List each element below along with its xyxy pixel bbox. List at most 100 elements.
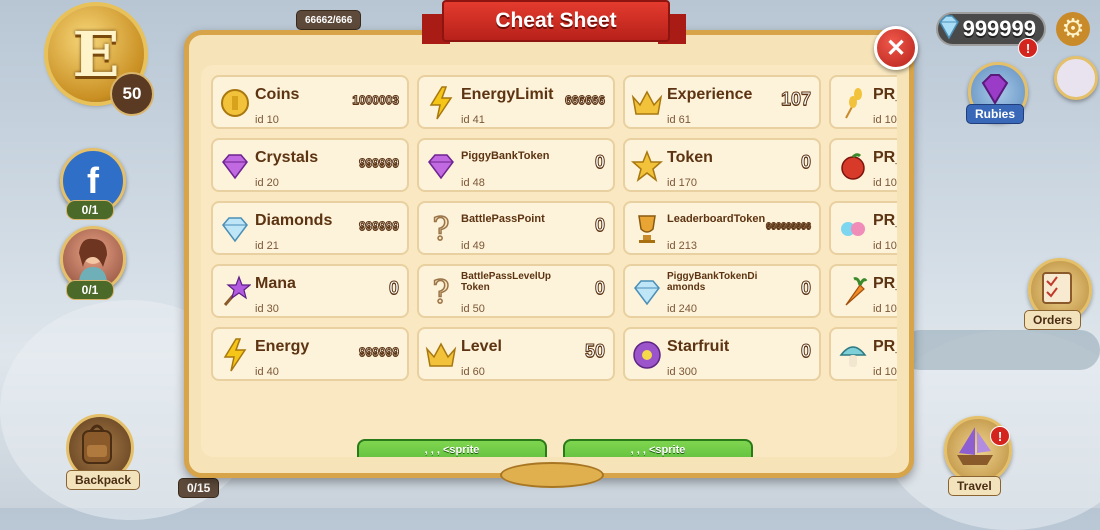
star-icon xyxy=(631,149,663,183)
resource-name: Starfruit xyxy=(667,338,730,355)
resource-id: id 21 xyxy=(255,240,279,252)
trophy-icon xyxy=(631,212,663,246)
shop-button[interactable] xyxy=(1054,56,1098,100)
resource-card[interactable]: PR_id 10 xyxy=(829,138,897,192)
resource-id: id 10 xyxy=(873,177,897,189)
resource-name: PiggyBankTokenDi amonds xyxy=(667,271,758,293)
resource-id: id 240 xyxy=(667,303,697,315)
flower-icon xyxy=(631,338,663,372)
orders-label: Orders xyxy=(1024,310,1082,330)
button-label: , , , <sprite name="icon_BatteryEnergy">… xyxy=(369,443,534,458)
resource-value: 107 xyxy=(780,89,811,110)
resource-value: 0 xyxy=(388,278,399,299)
resource-card[interactable]: PR_id 10 xyxy=(829,75,897,129)
resource-name: PR_ xyxy=(873,149,897,166)
resource-id: id 60 xyxy=(461,366,485,378)
dialog-title: Cheat Sheet xyxy=(495,9,617,32)
resource-card[interactable]: Experience id 61 107 xyxy=(623,75,821,129)
resource-card[interactable]: PiggyBankTokenDi amonds id 240 0 xyxy=(623,264,821,318)
cheat-sheet-dialog: Coins id 10 1000003 EnergyLimit id 41 666666 E… xyxy=(184,30,914,478)
resource-card[interactable]: Crystals id 20 999999 xyxy=(211,138,409,192)
mushroom-icon xyxy=(837,338,869,372)
resource-value: 0 xyxy=(594,215,605,236)
resource-value: 999999 xyxy=(358,219,399,234)
button-label: , , , <sprite name="icon_BatteryEnergy">… xyxy=(575,443,740,458)
resource-card[interactable]: ? BattlePassLevelUp Token id 50 0 xyxy=(417,264,615,318)
resource-value: 0 xyxy=(800,152,811,173)
resource-value: 50 xyxy=(584,341,605,362)
coin-icon xyxy=(219,86,251,120)
resource-name: Crystals xyxy=(255,149,319,166)
diamond-icon xyxy=(939,15,959,40)
dialog-bottom-ornament xyxy=(500,462,604,488)
level-letter: E xyxy=(72,17,120,91)
resource-id: id 61 xyxy=(667,114,691,126)
gems-alert-badge: ! xyxy=(1018,38,1038,58)
resource-card[interactable]: PiggyBankToken id 48 0 xyxy=(417,138,615,192)
resource-card[interactable]: Energy id 40 999999 xyxy=(211,327,409,381)
resource-value: 0 xyxy=(594,152,605,173)
resource-card[interactable]: Mana id 30 0 xyxy=(211,264,409,318)
resource-id: id 10 xyxy=(873,114,897,126)
resource-name: Token xyxy=(667,149,713,166)
resource-card[interactable]: EnergyLimit id 41 666666 xyxy=(417,75,615,129)
set-max-resources-button[interactable]: , , , <sprite name="icon_BatteryEnergy">… xyxy=(357,439,547,457)
svg-text:?: ? xyxy=(432,275,449,309)
svg-text:?: ? xyxy=(432,212,449,246)
resource-name: LeaderboardToken xyxy=(667,213,766,225)
backpack-label: Backpack xyxy=(66,470,141,490)
lightning-icon xyxy=(219,338,251,372)
resource-value: 0 xyxy=(594,278,605,299)
reset-resources-button[interactable]: , , , <sprite name="icon_BatteryEnergy">… xyxy=(563,439,753,457)
resource-name: Level xyxy=(461,338,502,355)
cheat-sheet-grid: Coins id 10 1000003 EnergyLimit id 41 666666 E… xyxy=(201,65,897,457)
top-resource-counter: 66662/666 xyxy=(296,10,362,30)
close-button[interactable]: ✕ xyxy=(874,26,918,70)
resource-name: Mana xyxy=(255,275,296,292)
player-level: 50 xyxy=(110,72,154,116)
resource-card[interactable]: Starfruit id 300 0 xyxy=(623,327,821,381)
resource-card[interactable]: Coins id 10 1000003 xyxy=(211,75,409,129)
resource-name: PiggyBankToken xyxy=(461,150,550,162)
crystal-icon xyxy=(219,149,251,183)
lightning-icon xyxy=(425,86,457,120)
resource-id: id 300 xyxy=(667,366,697,378)
resource-value: 1000003 xyxy=(352,93,400,108)
resource-id: id 49 xyxy=(461,240,485,252)
resource-card[interactable]: PR_id 10 xyxy=(829,327,897,381)
resource-card[interactable]: LeaderboardToken id 213 666666666 xyxy=(623,201,821,255)
resource-id: id 48 xyxy=(461,177,485,189)
resource-card[interactable]: Level id 60 50 xyxy=(417,327,615,381)
resource-id: id 50 xyxy=(461,303,485,315)
resource-id: id 170 xyxy=(667,177,697,189)
travel-label: Travel xyxy=(948,476,1001,496)
diamond-icon xyxy=(631,275,663,309)
resource-name: EnergyLimit xyxy=(461,86,554,103)
friend-counter: 0/1 xyxy=(66,280,114,300)
travel-alert-badge: ! xyxy=(990,426,1010,446)
resource-value: 999999 xyxy=(358,345,399,360)
resource-name: PR_ xyxy=(873,275,897,292)
resource-id: id 213 xyxy=(667,240,697,252)
scroll-icon xyxy=(1042,272,1072,304)
resource-name: Experience xyxy=(667,86,753,103)
resource-value: 666666 xyxy=(564,93,605,108)
resource-id: id 10 xyxy=(255,114,279,126)
resource-id: id 30 xyxy=(255,303,279,315)
settings-gear-button[interactable]: ⚙ xyxy=(1056,12,1090,46)
avatar-icon xyxy=(79,238,107,281)
gear-icon: ⚙ xyxy=(1061,14,1085,44)
resource-card[interactable]: Token id 170 0 xyxy=(623,138,821,192)
resource-name: PR_ xyxy=(873,212,897,229)
crown-icon xyxy=(631,86,663,120)
crown-icon xyxy=(425,338,457,372)
rubies-label: Rubies xyxy=(966,104,1025,124)
resource-name: PR_ xyxy=(873,86,897,103)
resource-card[interactable]: ? BattlePassPoint id 49 0 xyxy=(417,201,615,255)
resource-card[interactable]: PR_id 10 xyxy=(829,201,897,255)
resource-id: id 41 xyxy=(461,114,485,126)
background-path xyxy=(900,330,1100,370)
facebook-icon: f xyxy=(87,160,99,201)
resource-card[interactable]: Diamonds id 21 999999 xyxy=(211,201,409,255)
resource-card[interactable]: PR_id 10 xyxy=(829,264,897,318)
